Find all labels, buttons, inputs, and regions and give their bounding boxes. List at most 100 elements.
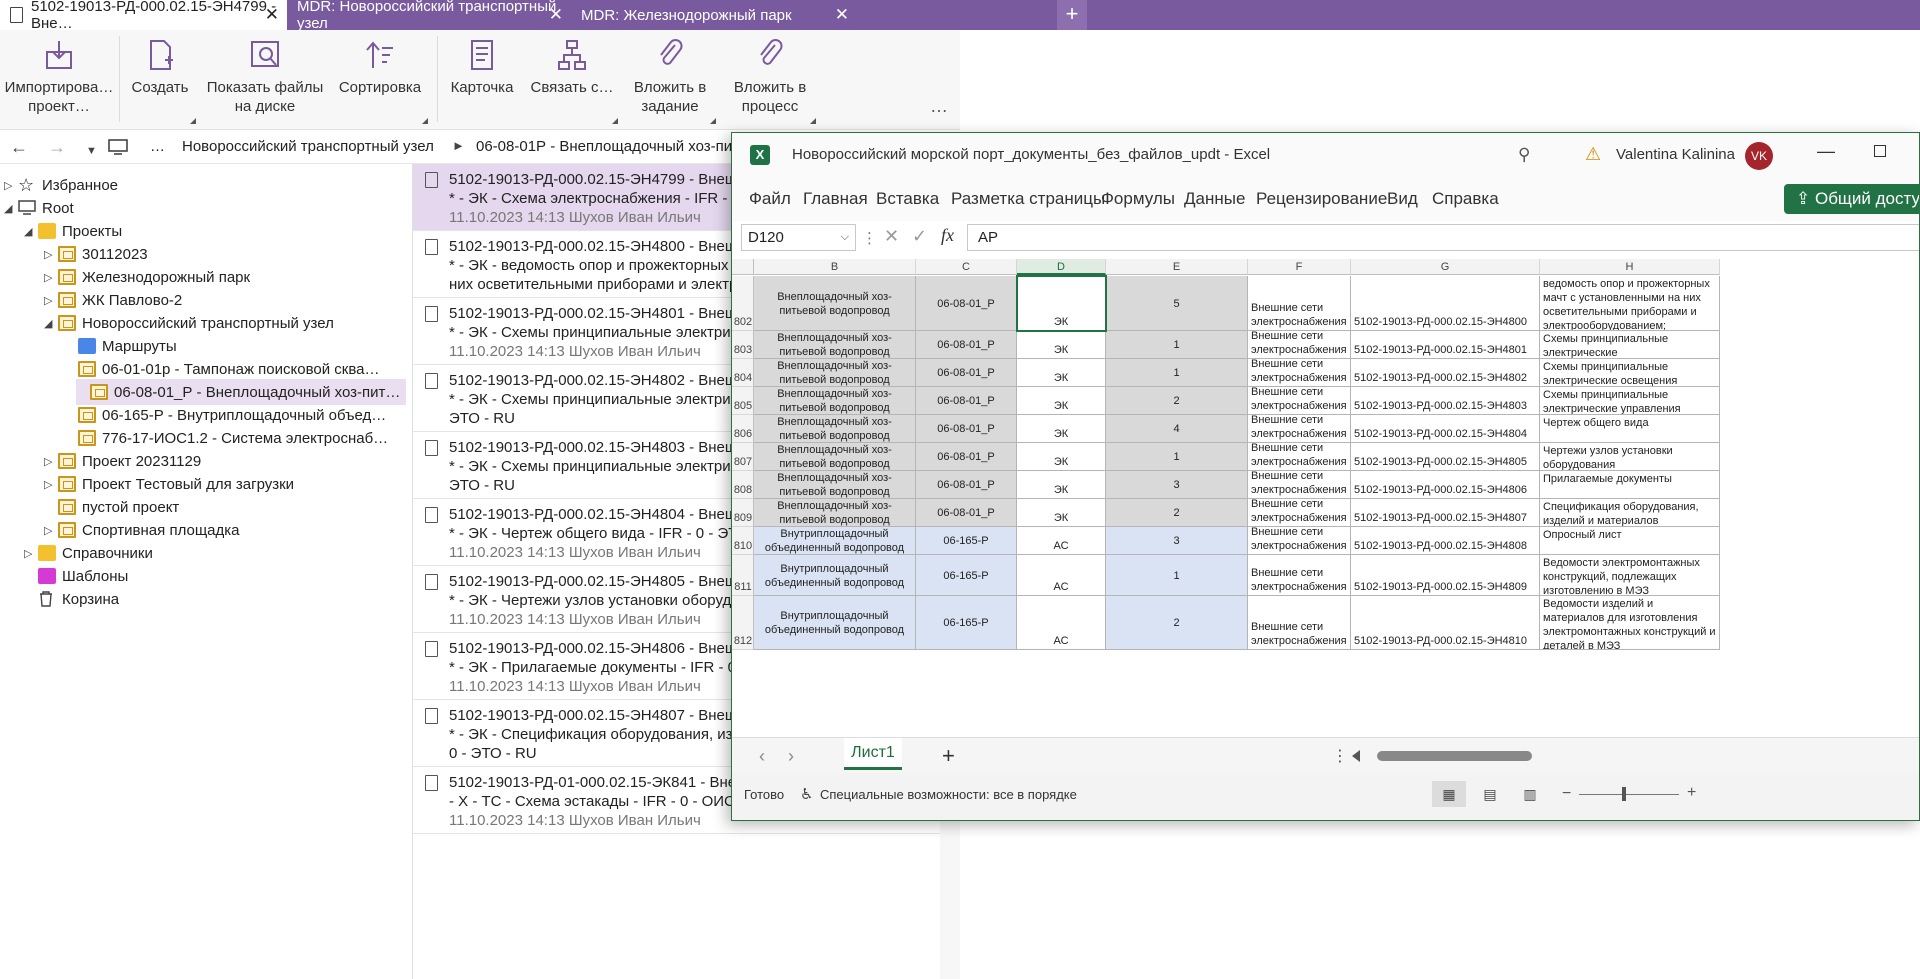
history-dropdown-icon[interactable]: ▼ (86, 141, 97, 161)
cell-f[interactable]: Внешние сети электроснабжения (1248, 276, 1351, 331)
close-icon[interactable]: ✕ (549, 5, 563, 25)
cell-d[interactable]: ЭК (1017, 415, 1106, 443)
row-header[interactable]: 810 (732, 527, 754, 555)
cell-g[interactable]: 5102-19013-РД-000.02.15-ЭН4801 (1351, 331, 1540, 359)
cell-d[interactable]: АС (1017, 527, 1106, 555)
cell-h[interactable]: Чертеж общего вида (1540, 415, 1720, 443)
sort-button[interactable]: Сортировка (330, 34, 430, 126)
cell-c[interactable]: 06-08-01_Р (916, 359, 1017, 387)
cell-h[interactable]: Схемы принципиальные электрические освещ… (1540, 359, 1720, 387)
zoom-out-button[interactable]: − (1562, 785, 1571, 803)
cell-d[interactable]: ЭК (1017, 499, 1106, 527)
cell-h[interactable]: Ведомости изделий и материалов для изгот… (1540, 596, 1720, 650)
row-header[interactable]: 807 (732, 443, 754, 471)
cell-g[interactable]: 5102-19013-РД-000.02.15-ЭН4806 (1351, 471, 1540, 499)
menu-view[interactable]: Вид (1387, 189, 1418, 209)
cell-b[interactable]: Внеплощадочный хоз-питьевой водопровод (754, 499, 916, 527)
create-button[interactable]: Создать (122, 34, 198, 126)
cell-d[interactable]: ЭК (1017, 443, 1106, 471)
cell-h[interactable]: Спецификация оборудования, изделий и мат… (1540, 499, 1720, 527)
menu-data[interactable]: Данные (1184, 189, 1245, 209)
row-header[interactable]: 802 (732, 276, 754, 331)
cell-d[interactable]: ЭК (1017, 359, 1106, 387)
cell-b[interactable]: Внутриплощадочный объединенный водопрово… (754, 596, 916, 650)
name-box[interactable]: D120 ⌵ (741, 224, 856, 251)
sheet-tab-list1[interactable]: Лист1 (844, 738, 902, 770)
expand-arrow-icon[interactable]: ▷ (44, 294, 58, 307)
breadcrumb-transport-node[interactable]: Новороссийский транспортный узел (182, 138, 434, 155)
row-header[interactable]: 811 (732, 555, 754, 596)
cell-h[interactable]: Прилагаемые документы (1540, 471, 1720, 499)
cell-b[interactable]: Внеплощадочный хоз-питьевой водопровод (754, 359, 916, 387)
share-button[interactable]: ⇪ Общий доступ (1784, 184, 1919, 214)
accessibility-status[interactable]: Специальные возможности: все в порядке (820, 787, 1077, 802)
cell-f[interactable]: Внешние сети электроснабжения (1248, 331, 1351, 359)
cell-e[interactable]: 2 (1106, 499, 1248, 527)
next-sheet-icon[interactable]: › (788, 746, 794, 767)
expand-arrow-icon[interactable]: ▷ (44, 248, 58, 261)
cell-f[interactable]: Внешние сети электроснабжения (1248, 443, 1351, 471)
zoom-in-button[interactable]: + (1687, 784, 1696, 802)
minimize-icon[interactable]: — (1817, 141, 1835, 162)
insert-function-icon[interactable]: fx (941, 225, 954, 246)
cell-b[interactable]: Внеплощадочный хоз-питьевой водопровод (754, 415, 916, 443)
attach-to-process-button[interactable]: Вложить в процесс (722, 34, 818, 126)
cell-h[interactable]: Чертежи узлов установки оборудования (1540, 443, 1720, 471)
cell-c[interactable]: 06-08-01_Р (916, 276, 1017, 331)
cell-e[interactable]: 2 (1106, 596, 1248, 650)
expand-arrow-icon[interactable]: ▷ (4, 179, 18, 192)
column-header-h[interactable]: H (1540, 259, 1720, 275)
scroll-left-icon[interactable] (1352, 750, 1360, 762)
formula-bar-options-icon[interactable]: ⋮ (862, 229, 877, 247)
cell-g[interactable]: 5102-19013-РД-000.02.15-ЭН4807 (1351, 499, 1540, 527)
close-icon[interactable]: ✕ (265, 5, 279, 25)
cancel-entry-icon[interactable]: ✕ (884, 226, 899, 247)
cell-e[interactable]: 3 (1106, 471, 1248, 499)
cell-e[interactable]: 5 (1106, 276, 1248, 331)
import-project-button[interactable]: Импортирова… проект… (0, 34, 118, 126)
page-layout-view-icon[interactable]: ▤ (1473, 781, 1507, 807)
column-header-b[interactable]: B (754, 259, 916, 275)
add-sheet-button[interactable]: + (942, 743, 955, 769)
breadcrumb-current-project[interactable]: 06-08-01Р - Внеплощадочный хоз-пи… (476, 138, 747, 155)
expand-arrow-icon[interactable]: ▷ (44, 455, 58, 468)
cell-h[interactable]: Схемы принципиальные электрические (1540, 331, 1720, 359)
cell-b[interactable]: Внеплощадочный хоз-питьевой водопровод (754, 471, 916, 499)
cell-d[interactable]: ЭК (1017, 331, 1106, 359)
cell-c[interactable]: 06-165-Р (916, 527, 1017, 555)
cell-g[interactable]: 5102-19013-РД-000.02.15-ЭН4802 (1351, 359, 1540, 387)
cell-f[interactable]: Внешние сети электроснабжения (1248, 471, 1351, 499)
menu-insert[interactable]: Вставка (876, 189, 939, 209)
cell-h[interactable]: Ведомости электромонтажных конструкций, … (1540, 555, 1720, 596)
cell-e[interactable]: 1 (1106, 331, 1248, 359)
cell-c[interactable]: 06-08-01_Р (916, 331, 1017, 359)
monitor-icon[interactable] (108, 139, 128, 155)
cell-b[interactable]: Внеплощадочный хоз-питьевой водопровод (754, 443, 916, 471)
cell-e[interactable]: 2 (1106, 387, 1248, 415)
accessibility-icon[interactable]: ♿ (800, 785, 813, 803)
row-header[interactable]: 804 (732, 359, 754, 387)
cell-d[interactable]: ЭК (1017, 387, 1106, 415)
cell-c[interactable]: 06-165-Р (916, 555, 1017, 596)
cell-c[interactable]: 06-165-Р (916, 596, 1017, 650)
menu-home[interactable]: Главная (803, 189, 868, 209)
tab-mdr-railway[interactable]: MDR: Железнодорожный парк ✕ (571, 0, 857, 30)
cell-h[interactable]: Опросный лист (1540, 527, 1720, 555)
breadcrumb-ellipsis[interactable]: … (150, 138, 165, 155)
close-icon[interactable]: ✕ (835, 5, 849, 25)
column-header-c[interactable]: C (916, 259, 1017, 275)
link-button[interactable]: Связать с… (524, 34, 620, 126)
expand-arrow-icon[interactable]: ▷ (44, 524, 58, 537)
cell-g[interactable]: 5102-19013-РД-000.02.15-ЭН4808 (1351, 527, 1540, 555)
cell-h[interactable]: Схемы принципиальные электрические управ… (1540, 387, 1720, 415)
confirm-entry-icon[interactable]: ✓ (912, 226, 927, 247)
collapse-arrow-icon[interactable]: ◢ (44, 317, 58, 330)
collapse-arrow-icon[interactable]: ◢ (4, 202, 18, 215)
cell-d[interactable]: АС (1017, 596, 1106, 650)
column-header-f[interactable]: F (1248, 259, 1351, 275)
cell-d[interactable]: АС (1017, 555, 1106, 596)
collapse-arrow-icon[interactable]: ◢ (24, 225, 38, 238)
horizontal-scrollbar-thumb[interactable] (1377, 751, 1532, 761)
select-all-corner[interactable] (732, 259, 754, 275)
cell-f[interactable]: Внешние сети электроснабжения (1248, 415, 1351, 443)
